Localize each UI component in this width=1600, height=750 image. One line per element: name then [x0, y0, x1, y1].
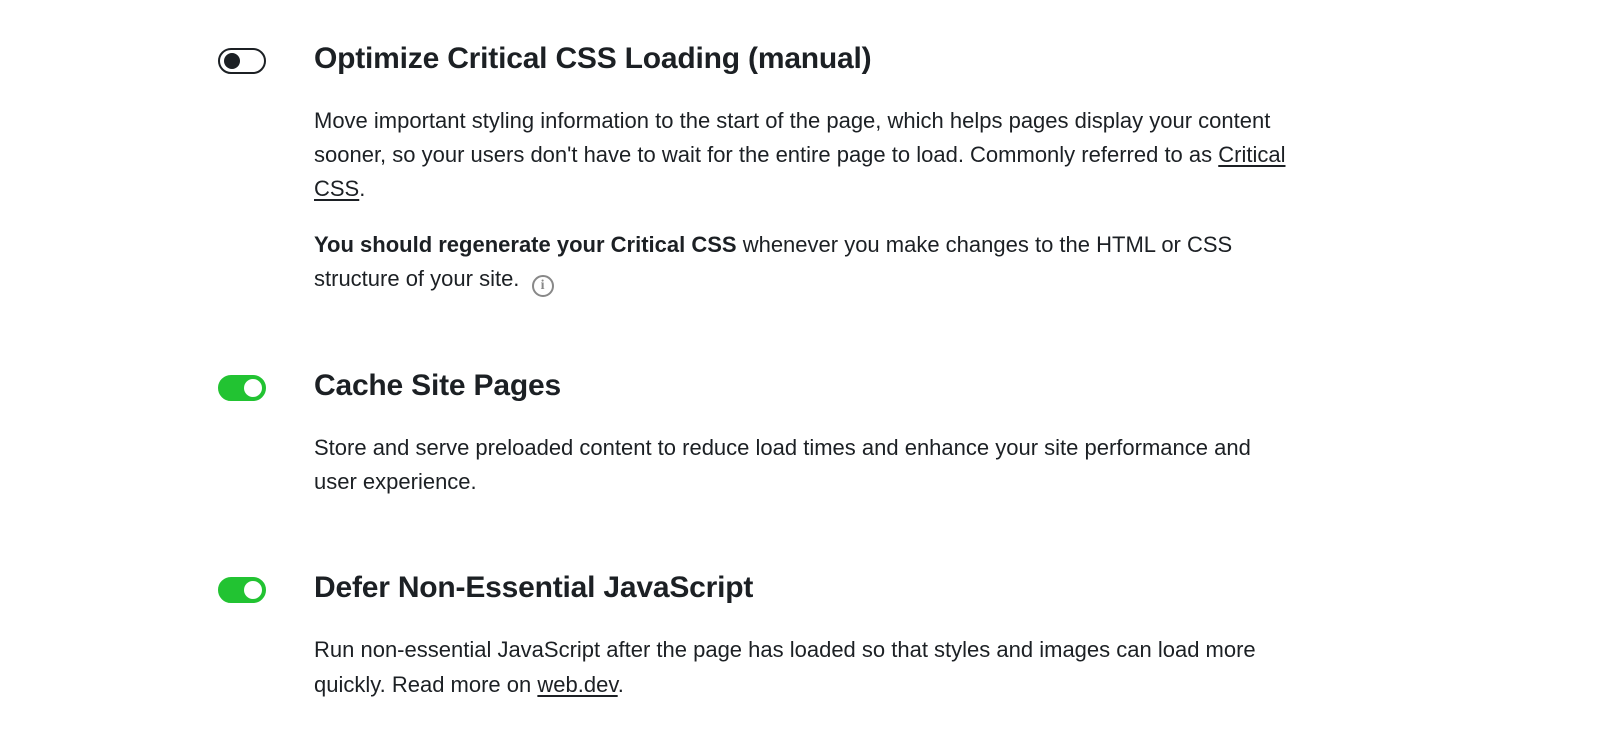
setting-description: Move important styling information to th… [314, 104, 1294, 206]
desc-bold: You should regenerate your Critical CSS [314, 232, 737, 257]
desc-text-post: . [359, 176, 365, 201]
toggle-optimize-critical-css[interactable] [218, 48, 266, 74]
setting-content: Optimize Critical CSS Loading (manual) M… [314, 42, 1294, 297]
setting-title: Optimize Critical CSS Loading (manual) [314, 42, 1294, 76]
setting-cache-site-pages: Cache Site Pages Store and serve preload… [218, 369, 1300, 499]
setting-title: Defer Non-Essential JavaScript [314, 571, 1294, 605]
desc-text-pre: Store and serve preloaded content to red… [314, 435, 1251, 494]
desc-text-pre: Move important styling information to th… [314, 108, 1270, 167]
toggle-knob [244, 581, 262, 599]
settings-list: Optimize Critical CSS Loading (manual) M… [0, 42, 1300, 702]
toggle-cache-site-pages[interactable] [218, 375, 266, 401]
setting-description: Run non-essential JavaScript after the p… [314, 633, 1294, 701]
toggle-knob [244, 379, 262, 397]
desc-text-post: . [618, 672, 624, 697]
info-icon[interactable]: i [532, 275, 554, 297]
toggle-knob [224, 53, 240, 69]
toggle-column [218, 369, 314, 401]
setting-content: Cache Site Pages Store and serve preload… [314, 369, 1294, 499]
setting-defer-js: Defer Non-Essential JavaScript Run non-e… [218, 571, 1300, 701]
desc-text-pre: Run non-essential JavaScript after the p… [314, 637, 1256, 696]
toggle-column [218, 571, 314, 603]
setting-content: Defer Non-Essential JavaScript Run non-e… [314, 571, 1294, 701]
setting-description-secondary: You should regenerate your Critical CSS … [314, 228, 1294, 297]
toggle-defer-js[interactable] [218, 577, 266, 603]
setting-description: Store and serve preloaded content to red… [314, 431, 1294, 499]
webdev-link[interactable]: web.dev [537, 672, 617, 697]
setting-optimize-critical-css: Optimize Critical CSS Loading (manual) M… [218, 42, 1300, 297]
setting-title: Cache Site Pages [314, 369, 1294, 403]
toggle-column [218, 42, 314, 74]
